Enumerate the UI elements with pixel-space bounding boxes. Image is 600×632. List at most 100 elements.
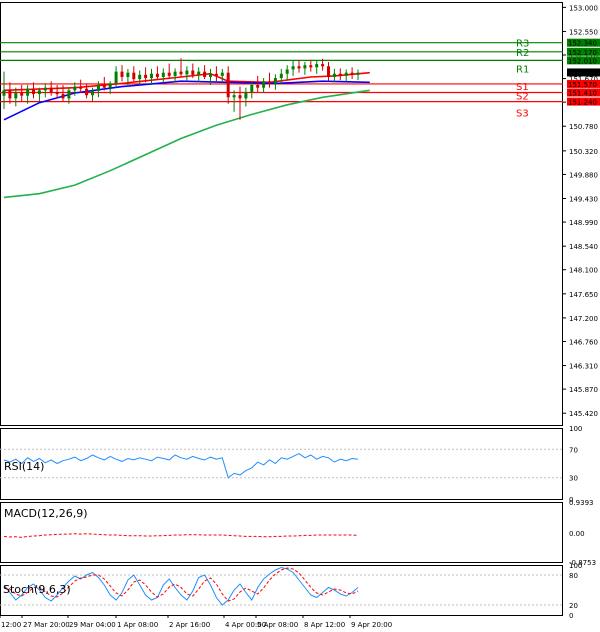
candle-body — [132, 72, 136, 80]
candle-body — [73, 86, 77, 91]
candle-body — [2, 90, 6, 96]
moving-average-line-2 — [3, 80, 370, 121]
level-price-label-r2: 152.170 — [568, 49, 597, 57]
price-tick-label: 149.430 — [569, 196, 598, 204]
candle-body — [238, 95, 242, 99]
candle-body — [350, 72, 354, 75]
time-label: 9 Apr 20:00 — [351, 621, 392, 629]
price-tick-label: 147.200 — [569, 315, 598, 323]
level-price-label-s3: 151.240 — [568, 99, 597, 107]
price-tick-label: 147.650 — [569, 291, 598, 299]
candle-body — [49, 87, 53, 92]
rsi-tick-label: 30 — [569, 475, 578, 483]
price-tick-label: 152.550 — [569, 28, 598, 36]
candle-body — [332, 73, 336, 77]
candle-body — [91, 90, 94, 96]
candle-body — [220, 72, 224, 76]
candle-body — [250, 84, 254, 92]
candle-body — [291, 66, 295, 70]
stoch-tick-label: 80 — [569, 572, 578, 580]
candle-body — [85, 88, 89, 96]
stoch-tick-label: 100 — [569, 562, 582, 570]
price-tick-label: 150.320 — [569, 148, 598, 156]
candle-body — [214, 73, 218, 76]
candle-body — [26, 88, 30, 96]
candle-body — [37, 90, 41, 95]
candle-body — [338, 73, 342, 76]
candle-body — [138, 74, 142, 80]
candle-body — [256, 84, 260, 88]
candle-body — [108, 83, 112, 88]
candle-body — [173, 71, 177, 76]
candle-body — [226, 72, 230, 98]
candle-body — [185, 70, 189, 75]
candle-body — [126, 72, 130, 77]
pane-frame-main — [0, 2, 563, 426]
candle-body — [20, 93, 24, 96]
candle-body — [327, 66, 330, 77]
candle-body — [197, 71, 201, 75]
candle-body — [262, 81, 266, 88]
candle-body — [297, 66, 301, 69]
price-tick-label: 146.760 — [569, 338, 598, 346]
macd-tick-label: 0.9393 — [569, 499, 594, 507]
macd-signal-line — [3, 533, 359, 538]
candle-body — [356, 72, 360, 75]
candle-body — [344, 72, 348, 76]
candle-body — [268, 81, 271, 84]
time-label: 8 Apr 12:00 — [304, 621, 345, 629]
rsi-tick-label: 100 — [569, 425, 582, 433]
candle-body — [155, 73, 159, 77]
candle-body — [203, 71, 207, 77]
level-name-s2: S2 — [516, 91, 529, 102]
price-tick-label: 145.870 — [569, 386, 598, 394]
time-label: 5 Apr 08:00 — [257, 621, 298, 629]
candle-body — [191, 70, 195, 75]
price-tick-label: 145.420 — [569, 410, 598, 418]
time-label: 29 Mar 04:00 — [69, 621, 116, 629]
candle-body — [244, 91, 248, 99]
candle-body — [14, 93, 18, 99]
stoch-tick-label: 20 — [569, 602, 578, 610]
level-name-r2: R2 — [516, 48, 529, 59]
current-price-label: 151.784 — [568, 69, 597, 77]
level-name-s3: S3 — [516, 109, 529, 120]
candle-body — [144, 74, 148, 79]
candle-body — [67, 90, 71, 99]
pane-frame-stoch — [0, 565, 563, 616]
price-tick-label: 150.780 — [569, 123, 598, 131]
rsi-line — [3, 453, 359, 479]
candle-body — [61, 94, 65, 99]
candle-body — [96, 84, 100, 91]
level-price-label-s1: 151.570 — [568, 81, 597, 89]
stoch-tick-label: 0 — [569, 612, 573, 620]
macd-label: MACD(12,26,9) — [4, 507, 88, 520]
chart-root: 153.000152.550152.110151.670151.230150.7… — [0, 2, 600, 629]
candle-body — [285, 69, 289, 74]
time-label: 2 Apr 16:00 — [169, 621, 210, 629]
candle-body — [43, 87, 47, 91]
candle-body — [209, 73, 212, 77]
macd-tick-label: 0.00 — [569, 530, 585, 538]
stoch-label: Stoch(9,6,3) — [3, 583, 71, 596]
level-price-label-r1: 152.010 — [568, 57, 597, 65]
price-tick-label: 146.310 — [569, 363, 598, 371]
pane-frame-rsi — [0, 428, 563, 500]
candle-body — [321, 64, 325, 67]
level-name-r1: R1 — [516, 64, 529, 75]
level-price-label-r3: 152.340 — [568, 40, 597, 48]
moving-average-line-3 — [3, 89, 370, 199]
price-tick-label: 148.100 — [569, 267, 598, 275]
level-price-label-s2: 151.410 — [568, 89, 597, 97]
candle-body — [32, 88, 35, 95]
price-tick-label: 153.000 — [569, 4, 598, 12]
candle-body — [232, 95, 236, 98]
time-label: 1 Apr 08:00 — [117, 621, 158, 629]
candle-body — [315, 64, 319, 68]
time-label: 27 Mar 20:00 — [23, 621, 70, 629]
candle-body — [150, 73, 153, 79]
candle-body — [273, 78, 277, 84]
candle-body — [55, 91, 59, 95]
candle-body — [309, 65, 313, 68]
rsi-tick-label: 70 — [569, 446, 578, 454]
